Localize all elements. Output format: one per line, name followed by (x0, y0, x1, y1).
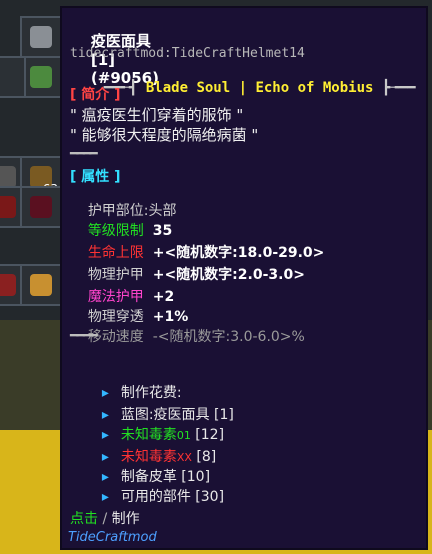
click-separator: / (102, 511, 108, 527)
crab-icon (0, 274, 16, 296)
attr-label: 移动速度 (87, 329, 144, 345)
mod-credit: TideCraftmod (68, 530, 157, 545)
attr-move-speed: 移动速度 -<随机数字:3.0-6.0>% (70, 310, 305, 362)
attr-value: -<随机数字:3.0-6.0>% (152, 329, 305, 345)
craft-item-count: [30] (195, 489, 225, 505)
bullet-icon: ▸ (101, 489, 109, 505)
item-tooltip: 疫医面具 [1] (#9056) tidecraftmod:TideCraftH… (60, 6, 428, 550)
eye-icon (30, 196, 52, 218)
pickaxe-icon (0, 166, 16, 188)
craft-action[interactable]: 点击 / 制作 (70, 508, 140, 528)
plant-icon (30, 66, 52, 88)
inventory-slot[interactable] (20, 186, 62, 228)
banner-right-deco: ┣╼━━ (381, 80, 416, 96)
inventory-slot[interactable] (20, 16, 62, 58)
click-action-label: 制作 (111, 511, 140, 527)
armor-stand-icon (30, 26, 52, 48)
inventory-slot[interactable] (20, 264, 62, 306)
divider: ━━━━ (70, 146, 98, 162)
internal-name: tidecraftmod:TideCraftHelmet14 (70, 46, 305, 61)
divider: ━━━━ (70, 328, 98, 344)
intro-header: [ 简介 ] (70, 87, 121, 103)
sword-icon (30, 274, 52, 296)
intro-line: " 瘟疫医生们穿着的服饰 " (70, 106, 244, 124)
banner-text: Blade Soul | Echo of Mobius (145, 80, 374, 96)
inventory-slot[interactable] (0, 56, 26, 98)
attr-value: +<随机数字:2.0-3.0> (152, 267, 305, 283)
crab-icon (0, 196, 16, 218)
attr-header: [ 属性 ] (70, 169, 121, 185)
craft-item-name: 可用的部件 (120, 489, 191, 505)
click-word: 点击 (70, 511, 98, 527)
inventory-slot[interactable] (20, 56, 62, 98)
intro-line: " 能够很大程度的隔绝病菌 " (70, 126, 259, 144)
